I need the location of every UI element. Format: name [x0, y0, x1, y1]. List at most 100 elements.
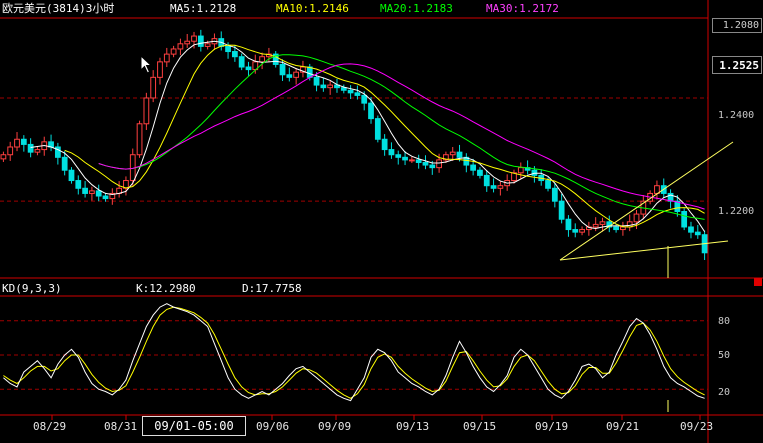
candle-body [422, 161, 429, 166]
candle-body [633, 213, 640, 223]
candle-body [613, 226, 619, 231]
candle-body [27, 143, 34, 153]
candle-body [408, 159, 415, 162]
candle-body [497, 185, 504, 189]
candle-body [259, 56, 265, 63]
ma20-line [98, 54, 705, 220]
candle-body [579, 229, 585, 233]
candle-body [157, 61, 163, 78]
kd-axis-label: 50 [718, 350, 731, 361]
candle-body [170, 48, 177, 55]
candle-body [82, 187, 88, 194]
ma10-value: MA10:1.2146 [276, 2, 349, 15]
status-indicator [754, 278, 762, 286]
candle-body [551, 187, 558, 202]
candle-body [150, 76, 157, 99]
date-tick: 09/19 [535, 420, 569, 433]
candle-body [620, 226, 626, 231]
candle-body [286, 74, 293, 78]
candle-body [95, 190, 102, 197]
candle-body [279, 63, 286, 76]
candle-body [14, 138, 20, 148]
candle-body [415, 159, 422, 163]
candle-body [197, 35, 204, 47]
date-tick: 09/06 [256, 420, 290, 433]
candle-body [599, 221, 606, 225]
candle-body [163, 53, 170, 63]
price-axis-top-label: 1.2080 [712, 18, 762, 33]
candle-body [368, 102, 374, 120]
candle-body [136, 123, 143, 156]
candle-body [340, 87, 347, 91]
date-tick: 09/15 [463, 420, 497, 433]
candle-body [688, 226, 694, 233]
candle-body [545, 180, 551, 189]
date-tick: 09/21 [606, 420, 640, 433]
ma20-value: MA20:1.2183 [380, 2, 453, 15]
candle-body [490, 185, 497, 189]
candle-body [347, 89, 354, 94]
candle-body [306, 66, 313, 78]
candle-body [204, 43, 211, 47]
candle-body [20, 138, 27, 145]
symbol-title: 欧元美元(3814)3小时 [2, 2, 115, 15]
candle-body [61, 156, 68, 171]
candle-body [89, 190, 95, 194]
candle-body [694, 231, 701, 236]
candle-body [374, 118, 381, 140]
mouse-pointer-icon [140, 55, 153, 74]
candle-body [477, 169, 483, 176]
chart-canvas[interactable] [0, 0, 763, 443]
k-line [3, 303, 705, 402]
candle-body [681, 211, 688, 228]
candle-body [565, 218, 572, 231]
ma5-value: MA5:1.2128 [170, 2, 237, 15]
candle-body [34, 149, 41, 153]
candle-body [245, 66, 252, 71]
kd-indicator-name: KD(9,3,3) [2, 282, 62, 295]
candle-body [483, 174, 490, 187]
date-tick: 09/09 [318, 420, 352, 433]
date-tick: 08/29 [33, 420, 67, 433]
date-tick: 09/23 [680, 420, 714, 433]
candle-body [191, 35, 197, 42]
candle-body [231, 51, 238, 58]
price-axis-label: 1.2200 [718, 206, 755, 217]
current-price-label: 1.2525 [712, 56, 762, 74]
cursor-time-label: 09/01-05:00 [142, 416, 246, 436]
date-tick: 09/13 [396, 420, 430, 433]
candle-body [293, 71, 300, 78]
candle-body [429, 164, 436, 169]
candle-body [388, 149, 395, 156]
candle-body [354, 92, 361, 96]
candle-body [7, 146, 14, 156]
candle-body [592, 223, 599, 228]
candle-body [381, 138, 388, 151]
candle-body [470, 164, 477, 171]
candle-body [456, 151, 463, 158]
candle-body [320, 84, 327, 89]
candle-body [102, 195, 109, 200]
candle-body [402, 156, 408, 161]
ma30-line [98, 63, 705, 210]
kd-axis-label: 20 [718, 387, 731, 398]
candle-body [177, 43, 184, 50]
candle-body [184, 40, 191, 45]
candle-body [449, 151, 456, 156]
d-value: D:17.7758 [242, 282, 302, 295]
candle-body [238, 56, 245, 68]
candle-body [327, 84, 334, 89]
candle-body [68, 169, 75, 182]
candle-body [572, 229, 579, 233]
candle-body [313, 76, 320, 86]
kd-axis-label: 80 [718, 316, 731, 327]
candle-body [558, 200, 565, 220]
candle-body [225, 45, 231, 53]
candle-body [517, 167, 524, 174]
date-tick: 08/31 [104, 420, 138, 433]
price-axis-label: 1.2400 [718, 110, 755, 121]
candle-body [436, 159, 442, 169]
candle-body [143, 97, 150, 125]
candle-body [395, 154, 402, 158]
ma5-line [30, 40, 706, 232]
